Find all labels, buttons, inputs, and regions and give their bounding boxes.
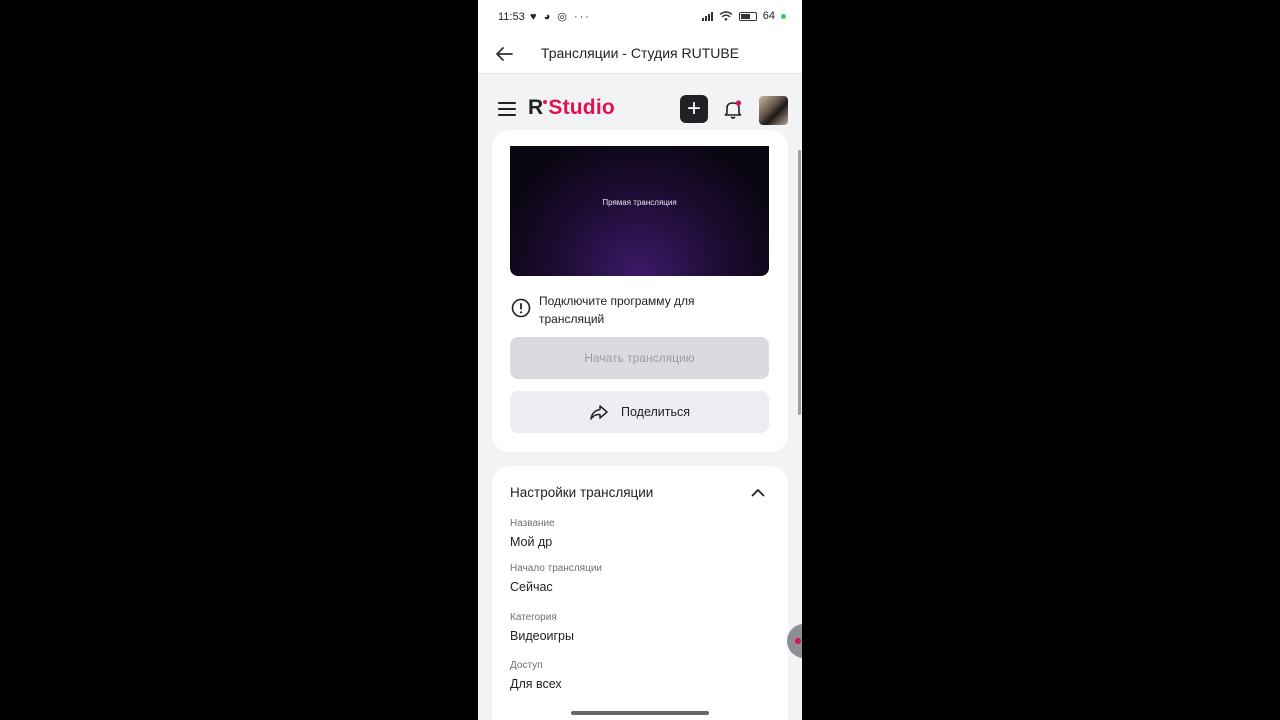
- floating-button[interactable]: [787, 624, 802, 658]
- logo-r: R: [528, 96, 544, 119]
- scrollbar[interactable]: [798, 150, 801, 415]
- phone-screen: 11:53 ♥ ◕ ◎ ··· 64 Трансляции - Студия R…: [478, 0, 802, 720]
- logo-dot: [543, 100, 548, 104]
- logo-studio: Studio: [548, 96, 615, 119]
- page-title: Трансляции - Студия RUTUBE: [540, 45, 740, 61]
- avatar[interactable]: [759, 96, 788, 125]
- stream-card: Прямая трансляция Подключите программу д…: [492, 130, 788, 452]
- home-indicator[interactable]: [571, 711, 709, 715]
- field-category[interactable]: Категория Видеоигры: [510, 612, 574, 643]
- privacy-dot: [781, 13, 786, 19]
- settings-title: Настройки трансляции: [510, 485, 654, 500]
- field-label: Начало трансляции: [510, 563, 602, 574]
- share-label: Поделиться: [620, 405, 691, 419]
- share-icon: [590, 405, 608, 420]
- warning-icon: [511, 298, 531, 318]
- signal-icon: [701, 11, 713, 21]
- status-indicators: 64: [701, 10, 786, 22]
- start-stream-button[interactable]: Начать трансляцию: [510, 337, 769, 379]
- chevron-up-icon[interactable]: [749, 484, 767, 502]
- battery-icon: [738, 11, 757, 21]
- menu-icon[interactable]: [498, 102, 516, 116]
- battery-level: 64: [762, 10, 775, 22]
- share-button[interactable]: Поделиться: [510, 391, 769, 433]
- field-name[interactable]: Название Мой др: [510, 518, 555, 549]
- status-time: 11:53: [498, 11, 525, 23]
- field-value: Мой др: [510, 535, 553, 549]
- status-bar: 11:53 ♥ ◕ ◎ ··· 64: [478, 0, 802, 34]
- bell-icon[interactable]: [722, 98, 744, 120]
- notification-icons: ♥ ◕ ◎ ···: [530, 11, 591, 23]
- rutube-studio-logo[interactable]: R Studio: [528, 96, 615, 120]
- wifi-icon: [719, 11, 733, 21]
- field-label: Доступ: [510, 660, 543, 671]
- title-bar: Трансляции - Студия RUTUBE: [478, 34, 802, 74]
- field-label: Название: [510, 518, 555, 529]
- stream-preview: Прямая трансляция: [510, 146, 769, 276]
- settings-card: Настройки трансляции Название Мой др Нач…: [492, 466, 788, 720]
- field-value: Видеоигры: [510, 629, 574, 643]
- warning-text: Подключите программу для трансляций: [539, 294, 695, 326]
- field-value: Сейчас: [510, 580, 553, 594]
- preview-label: Прямая трансляция: [602, 198, 677, 207]
- field-value: Для всех: [510, 677, 562, 691]
- field-access[interactable]: Доступ Для всех: [510, 660, 562, 691]
- field-start[interactable]: Начало трансляции Сейчас: [510, 563, 602, 594]
- field-label: Категория: [510, 612, 557, 623]
- add-button[interactable]: +: [680, 95, 708, 123]
